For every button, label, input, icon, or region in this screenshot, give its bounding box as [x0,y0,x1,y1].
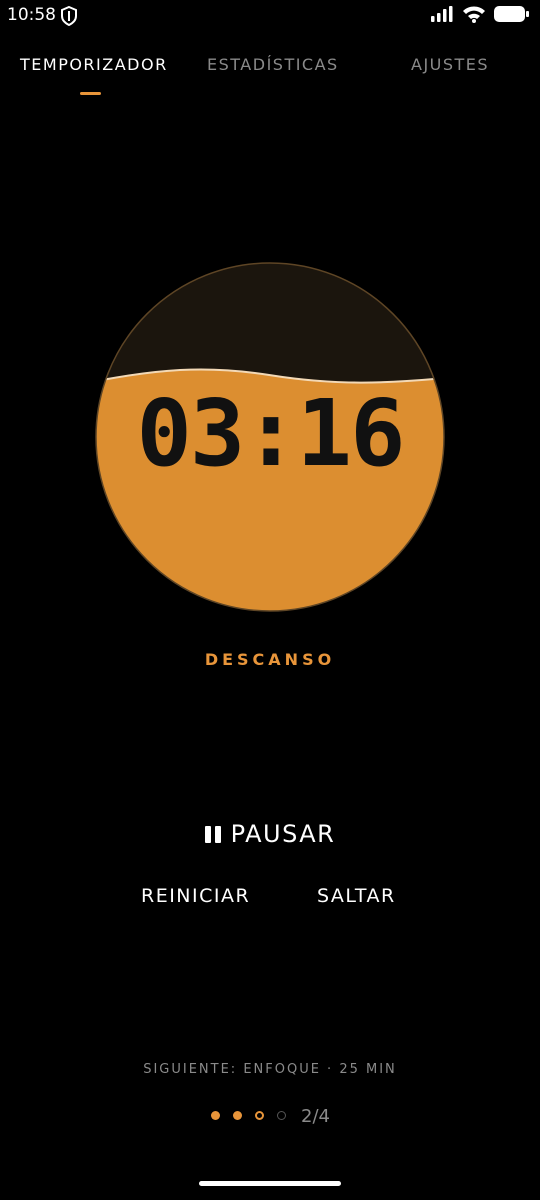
status-bar: 10:58 [0,0,540,32]
progress-dot [255,1111,264,1120]
tab-ajustes[interactable]: AJUSTES [411,55,489,74]
shield-icon [60,5,78,27]
tab-bar: TEMPORIZADOR ESTADÍSTICAS AJUSTES [0,50,540,100]
battery-icon [494,5,530,28]
status-time: 10:58 [7,5,56,25]
next-session-label: SIGUIENTE: ENFOQUE · 25 MIN [143,1062,397,1077]
session-mode-label: DESCANSO [204,650,336,669]
progress-count: 2/4 [301,1106,330,1127]
wifi-icon [462,5,486,28]
signal-icon [430,5,454,28]
progress-dot [211,1111,220,1120]
progress-dot [233,1111,242,1120]
home-indicator[interactable] [199,1181,341,1186]
pause-button[interactable]: PAUSAR [190,812,350,856]
pause-icon [204,825,221,843]
status-icons [430,5,530,28]
reset-button[interactable]: REINICIAR [141,885,250,907]
tab-estadisticas[interactable]: ESTADÍSTICAS [207,55,339,74]
timer-countdown: 03:16 [136,380,406,487]
session-progress: 2/4 [0,1104,540,1128]
skip-button[interactable]: SALTAR [317,885,396,907]
pause-label: PAUSAR [230,820,336,848]
tab-temporizador[interactable]: TEMPORIZADOR [20,55,168,74]
progress-dot [277,1111,286,1120]
active-tab-indicator [80,92,101,95]
